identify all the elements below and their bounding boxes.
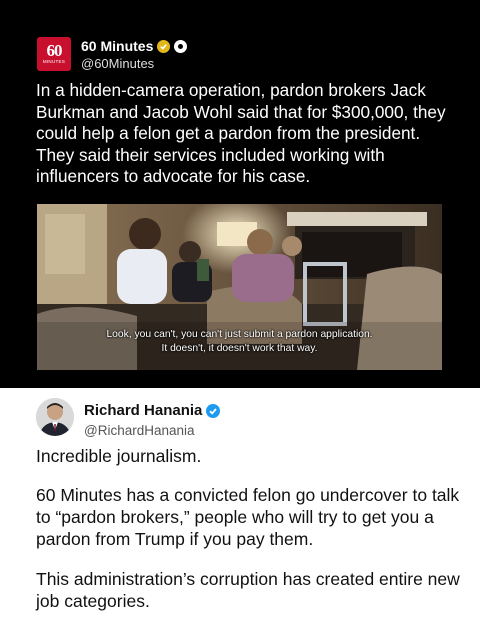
- video-thumbnail[interactable]: Look, you can't, you can't just submit a…: [37, 204, 442, 370]
- post-paragraph-3: This administration’s corruption has cre…: [36, 569, 460, 611]
- quoted-post-card[interactable]: 60 MINUTES 60 Minutes @60Minutes In a hi…: [0, 0, 480, 388]
- 60-minutes-logo-avatar[interactable]: 60 MINUTES: [37, 37, 71, 71]
- video-caption-line-2: It doesn't, it doesn't work that way.: [161, 343, 318, 354]
- video-caption-line-1: Look, you can't, you can't just submit a…: [106, 329, 373, 340]
- logo-subtext: MINUTES: [42, 59, 66, 64]
- post-text: In a hidden-camera operation, pardon bro…: [36, 80, 446, 186]
- author-handle[interactable]: @60Minutes: [81, 56, 154, 71]
- verified-gold-badge-icon: [157, 39, 171, 53]
- author-avatar[interactable]: [36, 398, 74, 436]
- cbs-eye-icon: [174, 39, 188, 53]
- logo-number: 60: [46, 41, 63, 60]
- author-name[interactable]: 60 Minutes: [81, 38, 153, 54]
- author-name-row: Richard Hanania: [84, 402, 221, 419]
- avatar-photo: [36, 398, 74, 436]
- post-paragraph-1: Incredible journalism.: [36, 446, 202, 466]
- verified-blue-badge-icon: [206, 403, 221, 418]
- author-name-row: 60 Minutes: [81, 38, 188, 54]
- author-name[interactable]: Richard Hanania: [84, 402, 202, 419]
- main-post-card[interactable]: Richard Hanania @RichardHanania Incredib…: [0, 388, 480, 640]
- author-handle[interactable]: @RichardHanania: [84, 423, 195, 438]
- post-paragraph-2: 60 Minutes has a convicted felon go unde…: [36, 485, 460, 549]
